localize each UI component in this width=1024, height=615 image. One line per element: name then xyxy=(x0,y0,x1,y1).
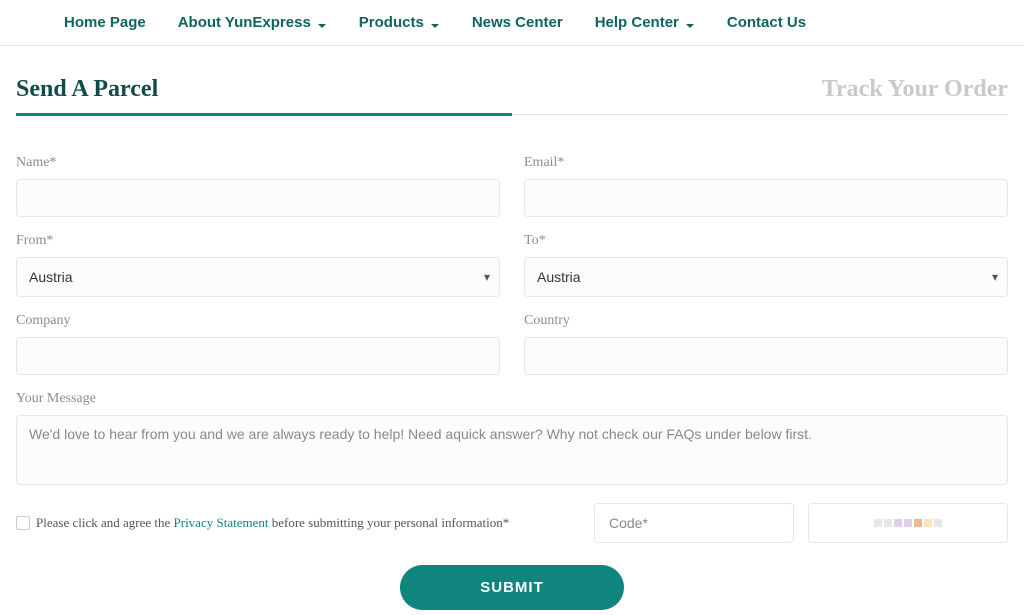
message-label: Your Message xyxy=(16,391,1008,407)
name-input[interactable] xyxy=(16,179,500,217)
message-textarea[interactable]: We'd love to hear from you and we are al… xyxy=(16,415,1008,485)
submit-button[interactable]: SUBMIT xyxy=(400,565,624,610)
email-input[interactable] xyxy=(524,179,1008,217)
name-label: Name* xyxy=(16,155,500,171)
nav-news-label: News Center xyxy=(472,14,563,31)
form-tabs: Send A Parcel Track Your Order xyxy=(16,76,1008,115)
country-input[interactable] xyxy=(524,337,1008,375)
chevron-down-icon xyxy=(317,18,327,28)
nav-news[interactable]: News Center xyxy=(472,14,563,31)
nav-home[interactable]: Home Page xyxy=(64,14,146,31)
chevron-down-icon xyxy=(685,18,695,28)
company-input[interactable] xyxy=(16,337,500,375)
nav-help[interactable]: Help Center xyxy=(595,14,695,31)
chevron-down-icon xyxy=(430,18,440,28)
nav-contact[interactable]: Contact Us xyxy=(727,14,806,31)
tab-send-parcel[interactable]: Send A Parcel xyxy=(16,76,512,116)
main-nav: Home Page About YunExpress Products News… xyxy=(0,0,1024,46)
consent-post: before submitting your personal informat… xyxy=(268,515,509,530)
to-select[interactable]: Austria xyxy=(524,257,1008,297)
consent-row: Please click and agree the Privacy State… xyxy=(16,515,580,531)
nav-products-label: Products xyxy=(359,14,424,31)
nav-help-label: Help Center xyxy=(595,14,679,31)
consent-text: Please click and agree the Privacy State… xyxy=(36,515,509,531)
email-label: Email* xyxy=(524,155,1008,171)
captcha-image xyxy=(808,503,1008,543)
consent-checkbox[interactable] xyxy=(16,516,30,530)
consent-pre: Please click and agree the xyxy=(36,515,174,530)
tab-track-order[interactable]: Track Your Order xyxy=(512,76,1008,114)
parcel-form: Name* Email* From* Austria ▾ To* Austria… xyxy=(16,155,1008,485)
company-label: Company xyxy=(16,313,500,329)
nav-contact-label: Contact Us xyxy=(727,14,806,31)
from-label: From* xyxy=(16,233,500,249)
country-label: Country xyxy=(524,313,1008,329)
nav-products[interactable]: Products xyxy=(359,14,440,31)
privacy-link[interactable]: Privacy Statement xyxy=(174,515,269,530)
nav-about-label: About YunExpress xyxy=(178,14,311,31)
nav-about[interactable]: About YunExpress xyxy=(178,14,327,31)
code-input[interactable] xyxy=(594,503,794,543)
from-select[interactable]: Austria xyxy=(16,257,500,297)
nav-home-label: Home Page xyxy=(64,14,146,31)
form-footer: Please click and agree the Privacy State… xyxy=(16,503,1008,543)
to-label: To* xyxy=(524,233,1008,249)
